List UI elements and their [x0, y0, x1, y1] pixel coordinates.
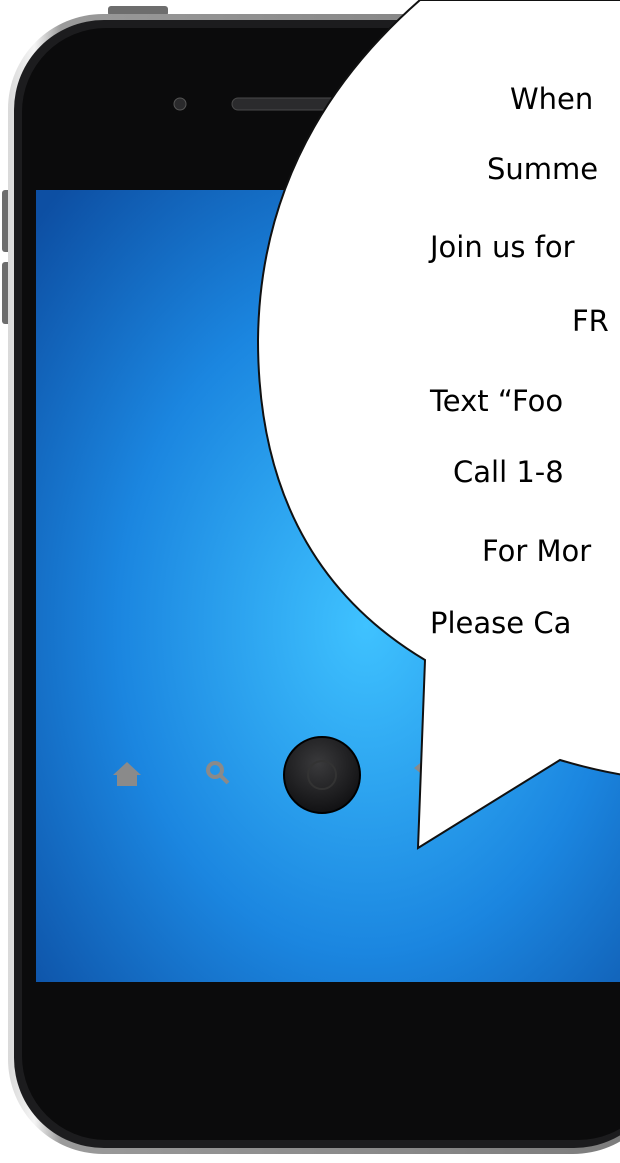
phone-illustration: [2, 0, 620, 1154]
flyer-illustration: When Summe Join us for FR Text “Foo Call…: [0, 0, 620, 1159]
front-camera: [173, 97, 187, 111]
home-button: [283, 736, 361, 814]
